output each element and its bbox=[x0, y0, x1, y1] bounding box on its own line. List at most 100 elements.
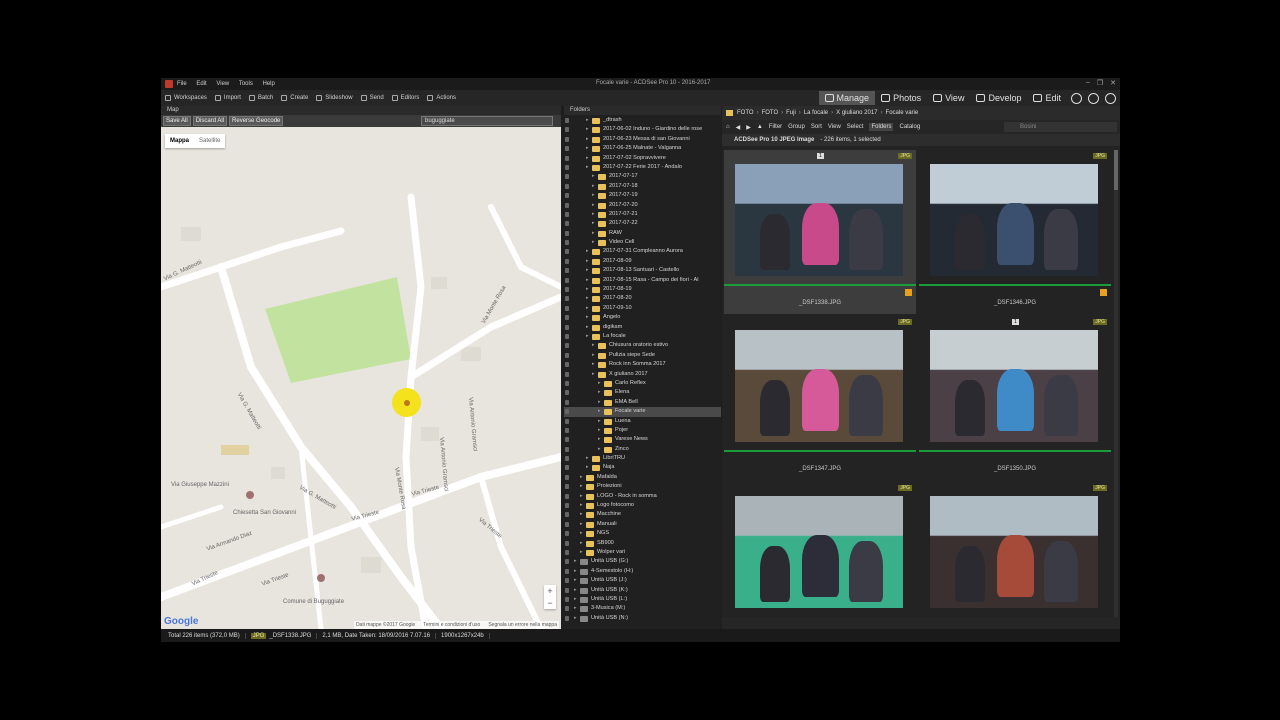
folder-item[interactable]: ▸ digikam bbox=[564, 323, 721, 332]
expand-arrow-icon[interactable]: ▸ bbox=[592, 229, 595, 238]
expand-arrow-icon[interactable]: ▸ bbox=[592, 351, 595, 360]
thumbnail-item[interactable]: JPG 1 _DSF1338.JPG bbox=[724, 150, 916, 314]
expand-arrow-icon[interactable]: ▸ bbox=[580, 501, 583, 510]
expand-arrow-icon[interactable]: ▸ bbox=[580, 492, 583, 501]
pin-icon[interactable] bbox=[565, 183, 569, 189]
pin-icon[interactable] bbox=[565, 568, 569, 574]
folder-item[interactable]: ▸ NGS bbox=[564, 529, 721, 538]
pin-icon[interactable] bbox=[565, 484, 569, 490]
thumbnail-item[interactable]: JPG 1 _DSF1350.JPG bbox=[919, 316, 1111, 480]
expand-arrow-icon[interactable]: ▸ bbox=[586, 154, 589, 163]
folder-item[interactable]: ▸ SB900 bbox=[564, 539, 721, 548]
thumbnail-item[interactable]: JPG _DSF1346.JPG bbox=[919, 150, 1111, 314]
pin-icon[interactable] bbox=[565, 136, 569, 142]
minimize-icon[interactable]: – bbox=[1086, 79, 1090, 87]
folder-item[interactable]: ▸ La focale bbox=[564, 332, 721, 341]
pin-icon[interactable] bbox=[565, 465, 569, 471]
expand-arrow-icon[interactable]: ▸ bbox=[586, 116, 589, 125]
folder-item[interactable]: ▸ _dtrash bbox=[564, 116, 721, 125]
expand-arrow-icon[interactable]: ▸ bbox=[598, 398, 601, 407]
pin-icon[interactable] bbox=[565, 380, 569, 386]
expand-arrow-icon[interactable]: ▸ bbox=[580, 510, 583, 519]
create-button[interactable]: Create bbox=[281, 95, 308, 101]
menu-help[interactable]: Help bbox=[263, 81, 275, 87]
pin-icon[interactable] bbox=[565, 493, 569, 499]
pin-icon[interactable] bbox=[565, 352, 569, 358]
expand-arrow-icon[interactable]: ▸ bbox=[574, 576, 577, 585]
select-menu[interactable]: Select bbox=[847, 124, 864, 130]
crumb-5[interactable]: Focale varie bbox=[886, 110, 919, 116]
folder-item[interactable]: ▸ RAW bbox=[564, 229, 721, 238]
expand-arrow-icon[interactable]: ▸ bbox=[580, 473, 583, 482]
pin-icon[interactable] bbox=[565, 606, 569, 612]
save-all-button[interactable]: Save All bbox=[163, 116, 191, 126]
folder-item[interactable]: ▸ 2017-07-22 Ferie 2017 - Andalo bbox=[564, 163, 721, 172]
pin-icon[interactable] bbox=[565, 287, 569, 293]
pin-icon[interactable] bbox=[565, 587, 569, 593]
batch-button[interactable]: Batch bbox=[248, 95, 273, 101]
map-canvas[interactable]: Mappa Satellite + − Google Dati mappe ©2… bbox=[161, 127, 561, 629]
pin-icon[interactable] bbox=[565, 418, 569, 424]
expand-arrow-icon[interactable]: ▸ bbox=[592, 210, 595, 219]
folder-item[interactable]: ▸ Naja bbox=[564, 463, 721, 472]
folder-item[interactable]: ▸ Angelo bbox=[564, 313, 721, 322]
expand-arrow-icon[interactable]: ▸ bbox=[586, 294, 589, 303]
folder-item[interactable]: ▸ Pulizia siepe Sede bbox=[564, 351, 721, 360]
pin-icon[interactable] bbox=[565, 174, 569, 180]
folder-item[interactable]: ▸ Macchine bbox=[564, 510, 721, 519]
expand-arrow-icon[interactable]: ▸ bbox=[592, 341, 595, 350]
expand-arrow-icon[interactable]: ▸ bbox=[592, 360, 595, 369]
folder-item[interactable]: ▸ 2017-06-02 Induno - Giardino delle rose bbox=[564, 125, 721, 134]
folder-item[interactable]: ▸ 2017-08-20 bbox=[564, 294, 721, 303]
folder-item[interactable]: ▸ Logo fotocomo bbox=[564, 501, 721, 510]
pin-icon[interactable] bbox=[565, 146, 569, 152]
thumbnail-item[interactable]: JPG bbox=[919, 482, 1111, 620]
expand-arrow-icon[interactable]: ▸ bbox=[586, 247, 589, 256]
folder-item[interactable]: ▸ 2017-07-02 Sopravvivere bbox=[564, 154, 721, 163]
mode-view[interactable]: View bbox=[927, 91, 970, 105]
view-menu[interactable]: View bbox=[828, 124, 841, 130]
report-error-link[interactable]: Segnala un errore nella mappa bbox=[488, 622, 557, 628]
workspaces-button[interactable]: Workspaces bbox=[165, 95, 207, 101]
pin-icon[interactable] bbox=[565, 343, 569, 349]
365-icon[interactable] bbox=[1071, 92, 1082, 104]
folder-item[interactable]: ▸ 2017-07-21 bbox=[564, 210, 721, 219]
pin-icon[interactable] bbox=[565, 540, 569, 546]
expand-arrow-icon[interactable]: ▸ bbox=[586, 454, 589, 463]
pin-icon[interactable] bbox=[565, 512, 569, 518]
expand-arrow-icon[interactable]: ▸ bbox=[598, 379, 601, 388]
mode-develop[interactable]: Develop bbox=[970, 91, 1027, 105]
folder-item[interactable]: ▸ Focale varie bbox=[564, 407, 721, 417]
expand-arrow-icon[interactable]: ▸ bbox=[598, 417, 601, 426]
expand-arrow-icon[interactable]: ▸ bbox=[574, 614, 577, 623]
folder-item[interactable]: ▸ Chiusura oratorio estivo bbox=[564, 341, 721, 350]
folder-item[interactable]: ▸ 3-Musica (M:) bbox=[564, 604, 721, 613]
expand-arrow-icon[interactable]: ▸ bbox=[586, 285, 589, 294]
catalog-toggle[interactable]: Catalog bbox=[899, 124, 920, 130]
folder-item[interactable]: ▸ Unità USB (G:) bbox=[564, 557, 721, 566]
expand-arrow-icon[interactable]: ▸ bbox=[592, 238, 595, 247]
tab-satellite[interactable]: Satellite bbox=[194, 134, 225, 148]
expand-arrow-icon[interactable]: ▸ bbox=[598, 435, 601, 444]
pin-icon[interactable] bbox=[565, 521, 569, 527]
tab-mappa[interactable]: Mappa bbox=[165, 134, 194, 148]
pin-icon[interactable] bbox=[565, 503, 569, 509]
folder-item[interactable]: ▸ Unità USB (N:) bbox=[564, 614, 721, 623]
folder-item[interactable]: ▸ X giuliano 2017 bbox=[564, 370, 721, 379]
expand-arrow-icon[interactable]: ▸ bbox=[580, 539, 583, 548]
menu-tools[interactable]: Tools bbox=[239, 81, 253, 87]
map-search-input[interactable]: buguggiate bbox=[421, 116, 553, 126]
back-icon[interactable]: ◀ bbox=[736, 124, 741, 131]
pin-icon[interactable] bbox=[565, 221, 569, 227]
expand-arrow-icon[interactable]: ▸ bbox=[592, 201, 595, 210]
send-button[interactable]: Send bbox=[360, 95, 384, 101]
folder-item[interactable]: ▸ 2017-07-19 bbox=[564, 191, 721, 200]
pin-icon[interactable] bbox=[565, 427, 569, 433]
expand-arrow-icon[interactable]: ▸ bbox=[586, 276, 589, 285]
pin-icon[interactable] bbox=[565, 296, 569, 302]
close-icon[interactable]: ✕ bbox=[1110, 79, 1116, 87]
photo-thumbnail[interactable] bbox=[735, 164, 903, 276]
photo-thumbnail[interactable] bbox=[735, 330, 903, 442]
folder-item[interactable]: ▸ LOGO - Rock in somma bbox=[564, 492, 721, 501]
folder-item[interactable]: ▸ 2017-07-17 bbox=[564, 172, 721, 181]
